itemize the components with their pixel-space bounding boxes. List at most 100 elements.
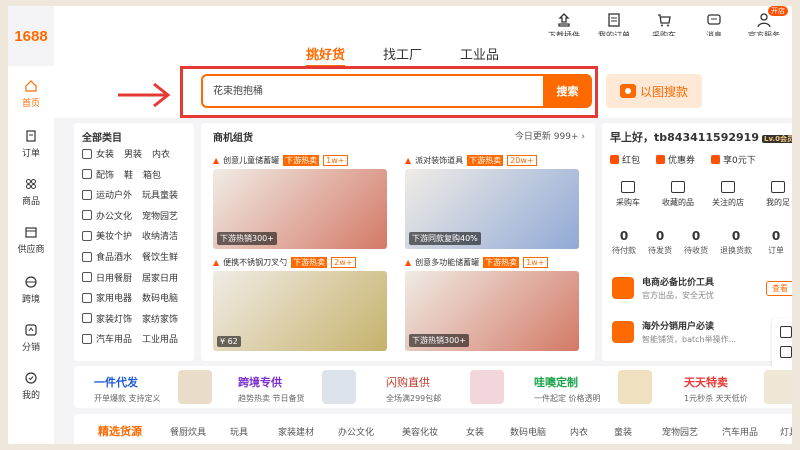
image-search-button[interactable]: 以图搜款 [606,74,702,108]
category-link[interactable]: 家纺家饰 [142,312,178,325]
bottom-category-link[interactable]: 玩具 [230,425,248,438]
deals-panel: 商机组货 今日更新 999+ › ▲ 创意儿童储蓄罐 下游热卖 1w+ 下游热销300+… [201,123,595,361]
category-link[interactable]: 居家日用 [142,271,178,284]
category-link[interactable]: 家用电器 [96,291,132,304]
shortcut-followed-stores[interactable]: 关注的店 [706,181,750,208]
promo-sub: 1元秒杀 天天低价 [684,394,748,403]
sidebar-item-orders[interactable]: 订单 [8,130,54,159]
deal-image: 下游同款复购40% [405,169,579,249]
shortcut-footprint[interactable]: 我的足 [756,181,792,208]
search-box[interactable] [201,74,543,108]
deal-caption: ¥ 62 [217,336,241,347]
category-link[interactable]: 办公文化 [96,209,132,222]
tab-pick-goods[interactable]: 挑好货 [306,44,346,67]
deal-header: ▲ 派对装饰道具 下游热卖 20w+ [405,155,579,166]
bottom-category-link[interactable]: 餐厨炊具 [170,425,206,438]
deal-tag: 下游热卖 [483,257,520,268]
category-link[interactable]: 家装灯饰 [96,312,132,325]
bottom-category-link[interactable]: 汽车用品 [722,425,758,438]
bottom-category-link[interactable]: 灯具 [780,425,792,438]
category-row: 家装灯饰 家纺家饰 [82,312,184,325]
fire-icon: ▲ [405,156,412,165]
stat-label: 待发货 [648,246,672,255]
service-price-compare[interactable]: 电商必备比价工具 官方出品，安全无忧 [612,275,714,301]
deal-header: ▲ 创意多功能储蓄罐 下游热卖 1w+ [405,257,579,268]
sidebar-label-orders: 订单 [21,149,40,159]
stat-pending-receipt[interactable]: 0 待收货 [678,229,714,256]
sidebar-item-suppliers[interactable]: 供应商 [8,226,54,255]
category-link[interactable]: 收纳清洁 [142,229,178,242]
bottom-category-link[interactable]: 美容化妆 [402,425,438,438]
view-button[interactable]: 查看 [766,281,792,296]
sidebar-item-mine[interactable]: 我的 [8,372,54,401]
service-title: 海外分销用户必读 [642,322,715,332]
edit-icon[interactable] [780,346,792,358]
site-logo[interactable]: 1688 [8,28,54,45]
coupon-link[interactable]: 优惠券 [656,153,695,166]
category-link[interactable]: 配饰 [96,168,114,181]
category-link[interactable]: 餐饮生鲜 [142,250,178,263]
category-link[interactable]: 运动户外 [96,188,132,201]
deal-card[interactable]: ▲ 派对装饰道具 下游热卖 20w+ 下游同款复购40% [405,155,579,249]
feedback-icon[interactable] [780,326,792,338]
category-link[interactable]: 美妆个护 [96,229,132,242]
deal-title: 便携不锈钢刀叉勺 [223,258,288,267]
promo-daily-sale[interactable]: 天天特卖 1元秒杀 天天低价 [684,374,748,404]
home-icon [25,80,37,92]
sidebar-item-home[interactable]: 首页 [8,80,54,109]
deal-card[interactable]: ▲ 便携不锈钢刀叉勺 下游热卖 2w+ ¥ 62 [213,257,387,351]
shortcut-favorites[interactable]: 收藏的品 [656,181,700,208]
category-row: 食品酒水 餐饮生鲜 [82,250,184,263]
category-link[interactable]: 男装 [124,147,142,160]
promo-custom[interactable]: 哇噢定制 一件起定 价格透明 [534,374,601,404]
tab-industrial[interactable]: 工业品 [460,44,499,63]
shortcut-followed-label: 关注的店 [712,198,744,207]
shortcut-cart[interactable]: 采购车 [606,181,650,208]
camera-icon [619,84,636,98]
category-link[interactable]: 食品酒水 [96,250,132,263]
category-link[interactable]: 宠物园艺 [142,209,178,222]
bottom-category-link[interactable]: 女装 [466,425,484,438]
category-link[interactable]: 汽车用品 [96,332,132,345]
red-packet-link[interactable]: 红包 [610,153,640,166]
category-link[interactable]: 内衣 [152,147,170,160]
bottom-category-link[interactable]: 童装 [614,425,632,438]
category-row: 家用电器 数码电脑 [82,291,184,304]
benefits-row: 红包 优惠券 享0元下 [610,153,756,166]
sidebar-item-cross-border[interactable]: 跨境 [8,276,54,305]
service-overseas[interactable]: 海外分销用户必读 智能铺货，batch举操作... [612,319,736,345]
bottom-category-link[interactable]: 内衣 [570,425,588,438]
category-link[interactable]: 工业用品 [142,332,178,345]
promo-crossborder[interactable]: 跨境专供 趋势热卖 节日备货 [238,374,305,404]
promo-sub: 开单爆款 支持定义 [94,394,161,403]
bottom-category-link[interactable]: 家装建材 [278,425,314,438]
promo-flash[interactable]: 闪购直供 全场满299包邮 [386,374,441,404]
featured-sources-tab[interactable]: 精选货源 [98,423,142,439]
deal-card[interactable]: ▲ 创意儿童储蓄罐 下游热卖 1w+ 下游热销300+ [213,155,387,249]
search-input[interactable] [213,84,513,95]
deal-card[interactable]: ▲ 创意多功能储蓄罐 下游热卖 1w+ 下游热销300+ [405,257,579,351]
sidebar-item-products[interactable]: 商品 [8,178,54,207]
category-link[interactable]: 数码电脑 [142,291,178,304]
stat-all-orders[interactable]: 0 订单 [758,229,792,256]
stat-refund[interactable]: 0 退换货款 [714,229,758,256]
stat-pending-payment[interactable]: 0 待付款 [606,229,642,256]
bottom-category-link[interactable]: 数码电脑 [510,425,546,438]
bottom-category-link[interactable]: 办公文化 [338,425,374,438]
zero-yuan-link[interactable]: 享0元下 [711,153,756,166]
deals-update[interactable]: 今日更新 999+ › [515,129,585,142]
category-link[interactable]: 日用餐厨 [96,271,132,284]
search-tabs: 挑好货 找工厂 工业品 [306,44,499,67]
promo-dropship[interactable]: 一件代发 开单爆款 支持定义 [94,374,161,404]
category-link[interactable]: 女装 [96,147,114,160]
bottom-category-link[interactable]: 宠物园艺 [662,425,698,438]
stat-pending-shipment[interactable]: 0 待发货 [642,229,678,256]
category-link[interactable]: 鞋 [124,168,133,181]
tab-find-factory[interactable]: 找工厂 [383,44,422,63]
category-row: 日用餐厨 居家日用 [82,271,184,284]
search-button[interactable]: 搜索 [543,74,592,108]
sidebar-item-distribution[interactable]: 分销 [8,324,54,353]
category-link[interactable]: 箱包 [143,168,161,181]
deal-header: ▲ 创意儿童储蓄罐 下游热卖 1w+ [213,155,387,166]
category-link[interactable]: 玩具童装 [142,188,178,201]
